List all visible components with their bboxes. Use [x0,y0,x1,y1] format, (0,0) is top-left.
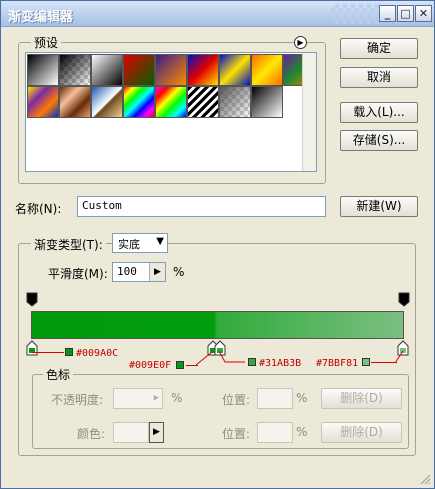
opacity-unit: % [171,391,183,405]
presets-list [25,52,317,172]
stop-color-swatch-1 [65,348,73,356]
name-input[interactable]: Custom [77,196,326,217]
stop-color-swatch-2 [176,361,184,369]
gradient-type-select[interactable]: 实底 ▼ [112,233,168,253]
stop-hex-1: #009A0C [76,348,119,359]
preset-swatch-neutral-density[interactable] [219,86,251,118]
gradient-preview-bar[interactable] [31,311,404,339]
opacity-location-unit: % [296,391,308,405]
opacity-arrow-icon: ▶ [153,393,159,403]
load-button[interactable]: 载入(L)... [340,102,418,123]
preset-swatch-transparent-stripes[interactable] [187,86,219,118]
maximize-button[interactable]: □ [397,5,414,22]
title-bar: 渐变编辑器 _ □ ✕ [1,1,434,27]
close-button[interactable]: ✕ [415,5,432,22]
gradient-editor-window: 渐变编辑器 _ □ ✕ 预设 ▶ 确定 取消 载入(L)... 存储(S)...… [0,0,435,489]
preset-swatch-blue-yellow-blue[interactable] [219,54,251,86]
gradient-type-value: 实底 [118,238,140,251]
preset-swatch-foreground-to-transparent[interactable] [59,54,91,86]
stop-hex-3: #31AB3B [259,358,302,369]
window-title: 渐变编辑器 [8,10,74,25]
smoothness-arrow-icon[interactable]: ▶ [149,263,165,281]
chevron-down-icon: ▼ [156,236,164,247]
color-stops-label: 色标 [43,366,74,383]
minimize-button[interactable]: _ [379,5,396,22]
preset-swatch-spectrum[interactable] [123,86,155,118]
preset-swatch-black-white[interactable] [91,54,123,86]
preset-swatch-foreground-to-background[interactable] [27,54,59,86]
opacity-input[interactable]: ▶ [113,388,163,409]
annotation-line-3 [218,350,245,363]
color-label: 颜色: [77,427,106,441]
opacity-label: 不透明度: [51,393,104,407]
preset-swatch-orange-yellow-orange[interactable] [251,54,283,86]
preset-swatch-yellow-violet-orange-blue[interactable] [27,86,59,118]
save-button[interactable]: 存储(S)... [340,130,418,151]
preset-swatch-red-green[interactable] [123,54,155,86]
preset-swatch-custom[interactable] [251,86,283,118]
smoothness-unit: % [173,265,185,279]
color-arrow-icon[interactable]: ▶ [149,422,164,443]
preset-swatch-copper[interactable] [59,86,91,118]
presets-label: 预设 [31,34,62,51]
color-location-unit: % [296,425,308,439]
opacity-location-input[interactable] [257,388,293,409]
stop-hex-4: #7BBF81 [316,358,359,369]
cancel-button[interactable]: 取消 [340,67,418,88]
opacity-location-label: 位置: [222,393,251,407]
smoothness-label: 平滑度(M): [48,267,108,281]
delete-opacity-stop-button[interactable]: 删除(D) [321,388,402,409]
presets-menu-icon[interactable]: ▶ [294,36,307,49]
ok-button[interactable]: 确定 [340,38,418,59]
presets-scrollbar[interactable] [302,53,316,171]
preset-swatch-transparent-rainbow[interactable] [155,86,187,118]
color-swatch-input[interactable] [113,422,149,443]
gradient-type-label: 渐变类型(T): [31,236,106,253]
title-pattern [331,4,383,24]
color-location-input[interactable] [257,422,293,443]
annotation-line-1 [32,352,64,353]
stop-color-swatch-3 [248,358,256,366]
annotation-line-4b [394,350,404,364]
stop-hex-2: #009E0F [129,360,172,371]
opacity-stop-left[interactable] [26,292,38,307]
resize-grip-icon[interactable] [419,473,431,485]
opacity-stop-right[interactable] [398,292,410,307]
preset-swatch-violet-orange[interactable] [155,54,187,86]
name-label: 名称(N): [15,202,62,216]
stop-color-swatch-4 [362,358,370,366]
color-location-label: 位置: [222,427,251,441]
preset-swatch-blue-red-yellow[interactable] [187,54,219,86]
annotation-line-2b [196,351,213,366]
new-button[interactable]: 新建(W) [340,196,418,217]
delete-color-stop-button[interactable]: 删除(D) [321,422,402,443]
preset-swatch-chrome[interactable] [91,86,123,118]
